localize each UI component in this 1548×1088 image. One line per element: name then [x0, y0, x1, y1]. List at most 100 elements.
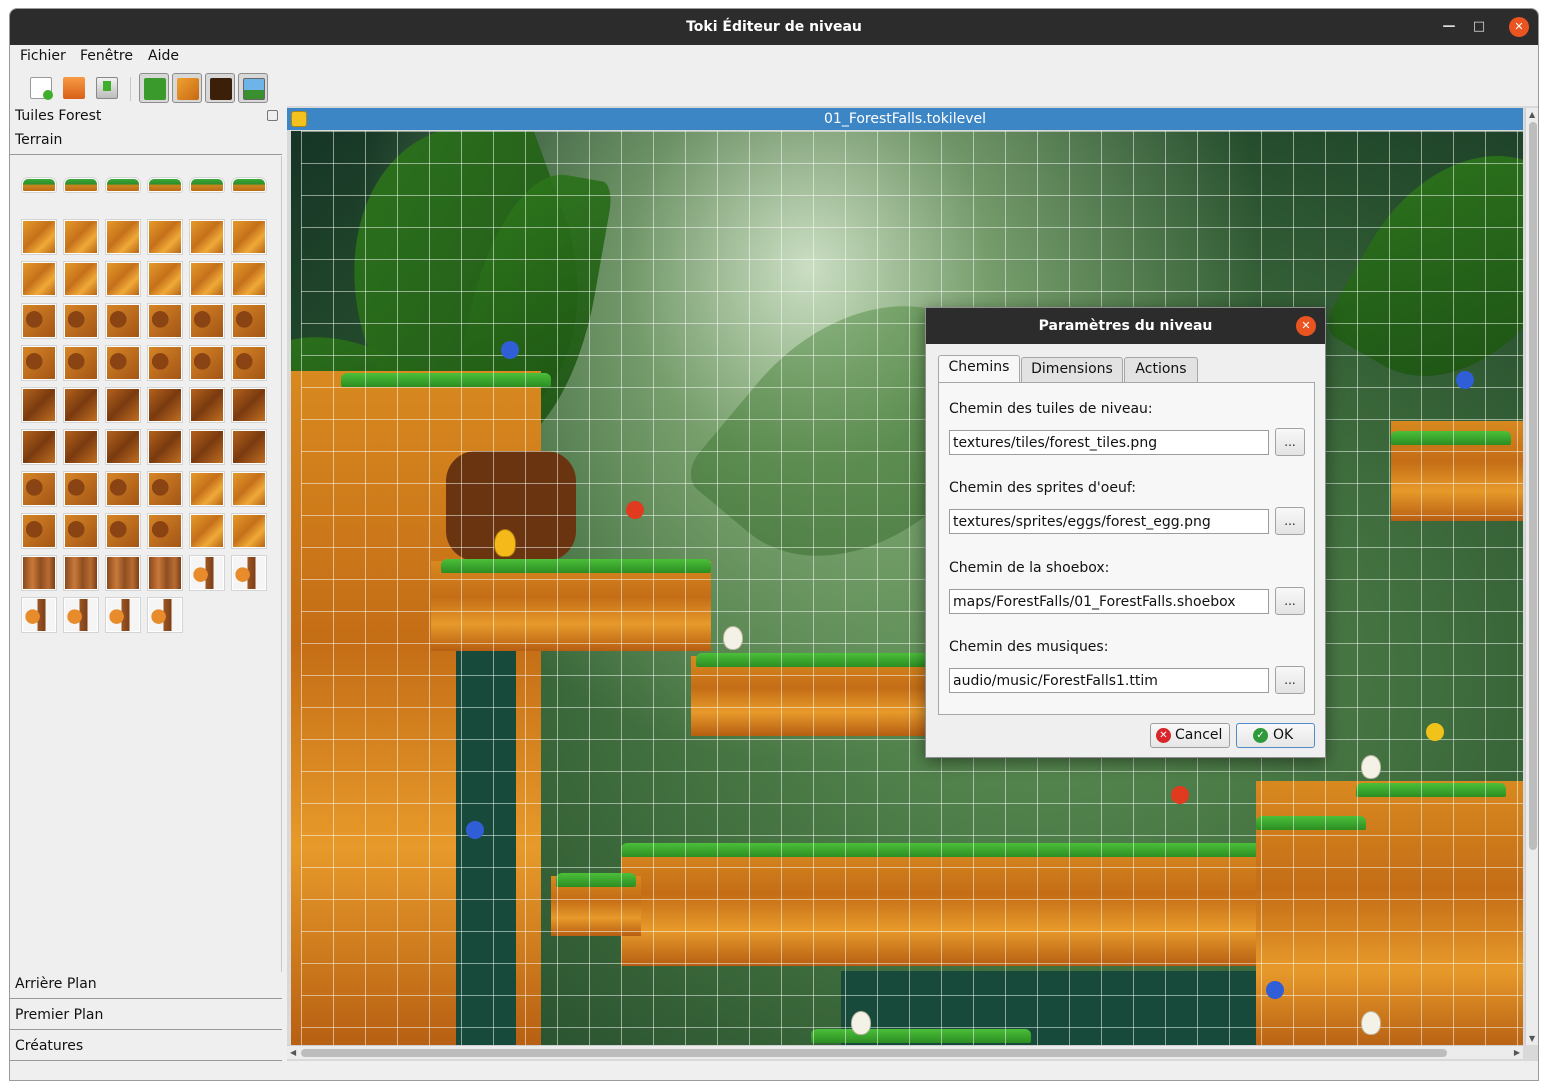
terrain-tile[interactable]	[21, 387, 57, 423]
music-path-browse-button[interactable]: ...	[1275, 666, 1305, 694]
terrain-tile[interactable]	[105, 177, 141, 193]
terrain-tile[interactable]	[105, 219, 141, 255]
horizontal-scroll-thumb[interactable]	[301, 1049, 1447, 1057]
terrain-tile[interactable]	[21, 597, 57, 633]
terrain-tile[interactable]	[63, 261, 99, 297]
terrain-tile[interactable]	[147, 597, 183, 633]
shoebox-path-input[interactable]	[949, 589, 1269, 614]
terrain-tile[interactable]	[63, 387, 99, 423]
terrain-tile[interactable]	[21, 345, 57, 381]
minimize-icon[interactable]: —	[1434, 9, 1464, 45]
terrain-tile[interactable]	[147, 219, 183, 255]
terrain-tile[interactable]	[189, 429, 225, 465]
terrain-tile[interactable]	[147, 387, 183, 423]
terrain-tile[interactable]	[231, 513, 267, 549]
terrain-tile[interactable]	[105, 261, 141, 297]
dialog-close-icon[interactable]: ✕	[1296, 316, 1316, 336]
music-path-input[interactable]	[949, 668, 1269, 693]
terrain-tile[interactable]	[21, 303, 57, 339]
terrain-tile[interactable]	[231, 429, 267, 465]
terrain-tile[interactable]	[105, 513, 141, 549]
egg-sprite[interactable]	[851, 1011, 871, 1035]
open-level-button[interactable]	[59, 73, 89, 103]
terrain-tile[interactable]	[231, 177, 267, 193]
tab-chemins[interactable]: Chemins	[938, 355, 1020, 383]
terrain-tile[interactable]	[189, 471, 225, 507]
terrain-tile[interactable]	[105, 345, 141, 381]
egg-sprite[interactable]	[723, 626, 743, 650]
page-arriere-plan[interactable]: Arrière Plan	[10, 972, 282, 999]
scroll-down-icon[interactable]: ▼	[1529, 1034, 1535, 1043]
new-level-button[interactable]	[26, 73, 56, 103]
terrain-tile[interactable]	[231, 345, 267, 381]
terrain-tile[interactable]	[21, 555, 57, 591]
terrain-tile[interactable]	[21, 261, 57, 297]
egg-sprites-path-browse-button[interactable]: ...	[1275, 507, 1305, 535]
terrain-tile[interactable]	[189, 219, 225, 255]
terrain-tile[interactable]	[21, 177, 57, 193]
shoebox-path-browse-button[interactable]: ...	[1275, 587, 1305, 615]
tab-dimensions[interactable]: Dimensions	[1021, 357, 1123, 382]
menu-fichier[interactable]: Fichier	[20, 48, 66, 64]
terrain-tile[interactable]	[231, 219, 267, 255]
terrain-tile[interactable]	[231, 387, 267, 423]
terrain-tile[interactable]	[147, 177, 183, 193]
terrain-tile[interactable]	[105, 429, 141, 465]
terrain-tile[interactable]	[231, 261, 267, 297]
cancel-button[interactable]: ✕ Cancel	[1150, 723, 1230, 748]
terrain-layer-button[interactable]	[139, 73, 169, 103]
menu-fenetre[interactable]: Fenêtre	[80, 48, 133, 64]
terrain-tile[interactable]	[63, 177, 99, 193]
terrain-tile[interactable]	[147, 471, 183, 507]
dialog-titlebar[interactable]: Paramètres du niveau	[926, 308, 1325, 344]
document-titlebar[interactable]: 01_ForestFalls.tokilevel	[287, 108, 1523, 130]
window-titlebar[interactable]: Toki Éditeur de niveau — □ ✕	[10, 9, 1538, 45]
terrain-tile[interactable]	[147, 261, 183, 297]
terrain-tile[interactable]	[63, 513, 99, 549]
vertical-scroll-thumb[interactable]	[1529, 122, 1537, 850]
tiles-path-input[interactable]	[949, 430, 1269, 455]
terrain-tile[interactable]	[189, 513, 225, 549]
terrain-tile[interactable]	[105, 471, 141, 507]
scroll-right-icon[interactable]: ▶	[1514, 1048, 1520, 1057]
terrain-tile[interactable]	[147, 513, 183, 549]
terrain-tile[interactable]	[63, 429, 99, 465]
terrain-tile[interactable]	[21, 429, 57, 465]
terrain-tile[interactable]	[189, 345, 225, 381]
ok-button[interactable]: ✓ OK	[1236, 723, 1315, 748]
terrain-tile[interactable]	[21, 219, 57, 255]
terrain-tile[interactable]	[63, 597, 99, 633]
terrain-tile[interactable]	[21, 471, 57, 507]
terrain-tile[interactable]	[105, 387, 141, 423]
terrain-tile[interactable]	[63, 555, 99, 591]
horizontal-scrollbar[interactable]: ◀ ▶	[287, 1045, 1523, 1059]
terrain-tile[interactable]	[63, 303, 99, 339]
page-terrain[interactable]: Terrain	[10, 128, 282, 155]
scroll-left-icon[interactable]: ◀	[290, 1048, 296, 1057]
tiles-path-browse-button[interactable]: ...	[1275, 428, 1305, 456]
terrain-tile[interactable]	[147, 345, 183, 381]
egg-sprite[interactable]	[1361, 1011, 1381, 1035]
terrain-tile[interactable]	[231, 555, 267, 591]
egg-sprites-path-input[interactable]	[949, 509, 1269, 534]
level-image-button[interactable]	[238, 73, 268, 103]
page-creatures[interactable]: Créatures	[10, 1034, 282, 1061]
terrain-tile[interactable]	[147, 303, 183, 339]
ground-layer-button[interactable]	[172, 73, 202, 103]
terrain-tile[interactable]	[63, 219, 99, 255]
terrain-tile[interactable]	[63, 471, 99, 507]
egg-sprite[interactable]	[1361, 755, 1381, 779]
terrain-tile[interactable]	[189, 303, 225, 339]
terrain-tile[interactable]	[231, 303, 267, 339]
save-level-button[interactable]	[92, 73, 122, 103]
maximize-icon[interactable]: □	[1464, 9, 1494, 45]
terrain-tile[interactable]	[189, 177, 225, 193]
close-icon[interactable]: ✕	[1509, 17, 1529, 37]
page-premier-plan[interactable]: Premier Plan	[10, 1003, 282, 1030]
dock-float-icon[interactable]	[267, 110, 278, 121]
terrain-tile[interactable]	[231, 471, 267, 507]
terrain-tile[interactable]	[105, 597, 141, 633]
terrain-tile[interactable]	[147, 555, 183, 591]
terrain-tile[interactable]	[189, 261, 225, 297]
terrain-tile[interactable]	[189, 387, 225, 423]
